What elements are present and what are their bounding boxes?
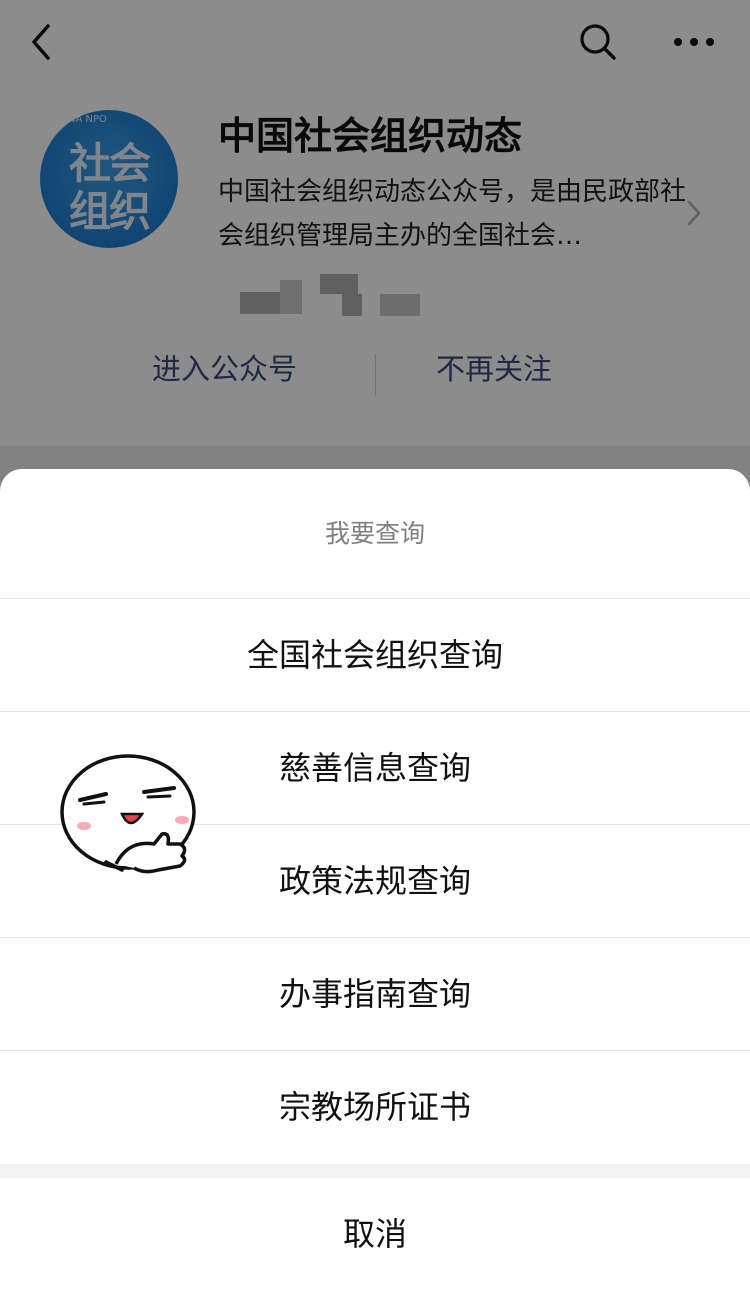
cancel-button[interactable]: 取消 <box>0 1178 750 1291</box>
sheet-item-guide-query[interactable]: 办事指南查询 <box>0 938 750 1051</box>
smug-face-sticker-icon <box>60 754 196 874</box>
sheet-item-religious-cert[interactable]: 宗教场所证书 <box>0 1051 750 1164</box>
action-sheet-title: 我要查询 <box>0 469 750 599</box>
sheet-gap <box>0 1164 750 1178</box>
sheet-item-org-query[interactable]: 全国社会组织查询 <box>0 599 750 712</box>
